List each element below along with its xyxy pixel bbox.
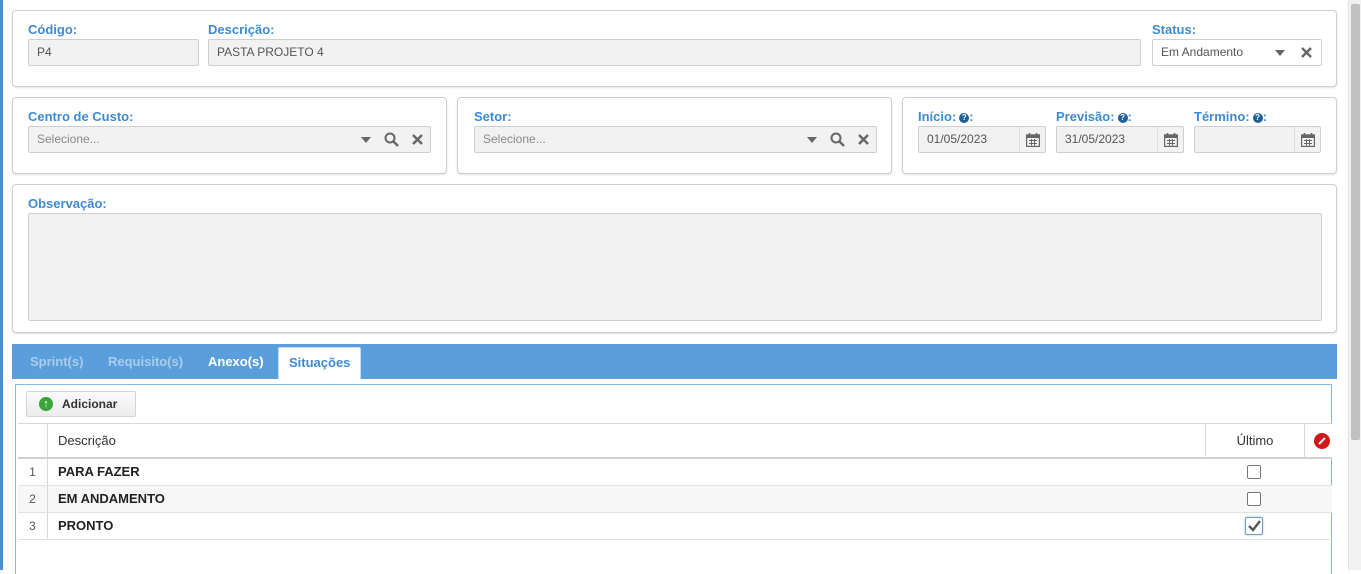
help-icon[interactable]: ? [1117, 113, 1128, 123]
chevron-down-icon[interactable] [1269, 40, 1291, 65]
add-button-label: Adicionar [62, 397, 118, 411]
centro-custo-panel: Centro de Custo: Selecione... [12, 97, 447, 174]
setor-label: Setor: [474, 109, 512, 124]
inicio-label-colon: : [969, 109, 974, 124]
previsao-label-text: Previsão: [1056, 109, 1115, 124]
row-number-header [18, 424, 48, 458]
ultimo-checkbox[interactable] [1247, 465, 1261, 479]
row-number: 3 [18, 513, 48, 539]
close-icon[interactable] [1295, 40, 1317, 65]
datas-panel: Início:?: 01/05/2023 Previsão:?: 31/05/2… [902, 97, 1337, 174]
observacao-textarea[interactable] [28, 213, 1322, 321]
close-icon[interactable] [406, 127, 428, 152]
search-icon[interactable] [380, 127, 402, 152]
search-icon[interactable] [826, 127, 848, 152]
help-icon[interactable]: ? [1252, 113, 1263, 123]
row-number: 2 [18, 486, 48, 512]
previsao-label: Previsão:?: [1056, 109, 1132, 124]
situacoes-tab-content: ↑ Adicionar Descrição Último 1 PARA FAZE… [15, 384, 1332, 574]
row-number: 1 [18, 459, 48, 485]
grid-header: Descrição Último [18, 423, 1332, 459]
codigo-field[interactable]: P4 [28, 39, 199, 66]
tab-situacoes[interactable]: Situações [278, 347, 362, 379]
calendar-icon[interactable] [1157, 127, 1183, 152]
calendar-icon[interactable] [1019, 127, 1045, 152]
centro-custo-label: Centro de Custo: [28, 109, 134, 124]
setor-panel: Setor: Selecione... [457, 97, 892, 174]
scrollbar-thumb[interactable] [1351, 4, 1360, 440]
table-row[interactable]: 1 PARA FAZER [18, 459, 1332, 486]
tab-bar: Sprint(s) Requisito(s) Anexo(s) Situaçõe… [12, 344, 1337, 379]
tab-requisitos[interactable]: Requisito(s) [98, 344, 193, 379]
row-descricao: EM ANDAMENTO [58, 491, 165, 506]
inicio-value: 01/05/2023 [927, 132, 988, 146]
tab-sprints[interactable]: Sprint(s) [20, 344, 93, 379]
codigo-label: Código: [28, 22, 78, 37]
centro-custo-select[interactable]: Selecione... [28, 126, 431, 153]
status-select[interactable]: Em Andamento [1152, 39, 1322, 66]
row-descricao: PARA FAZER [58, 464, 140, 479]
situacoes-grid: Descrição Último 1 PARA FAZER 2 EM ANDAM… [18, 423, 1332, 540]
termino-date-field[interactable] [1194, 126, 1321, 153]
inicio-date-field[interactable]: 01/05/2023 [918, 126, 1046, 153]
centro-custo-placeholder: Selecione... [37, 132, 100, 146]
setor-placeholder: Selecione... [483, 132, 546, 146]
add-icon: ↑ [39, 397, 53, 411]
ultimo-checkbox-checked[interactable] [1245, 517, 1263, 535]
previsao-date-field[interactable]: 31/05/2023 [1056, 126, 1184, 153]
left-edge-bar [0, 0, 3, 570]
row-descricao: PRONTO [58, 518, 114, 533]
descricao-label: Descrição: [208, 22, 275, 37]
table-row[interactable]: 3 PRONTO [18, 513, 1332, 540]
descricao-field[interactable]: PASTA PROJETO 4 [208, 39, 1141, 66]
previsao-label-colon: : [1127, 109, 1132, 124]
observacao-label: Observação: [28, 196, 107, 211]
column-header-descricao[interactable]: Descrição [58, 424, 116, 458]
observacao-panel: Observação: [12, 184, 1337, 333]
ultimo-checkbox[interactable] [1247, 492, 1261, 506]
setor-select[interactable]: Selecione... [474, 126, 877, 153]
close-icon[interactable] [852, 127, 874, 152]
tab-anexos[interactable]: Anexo(s) [198, 344, 274, 379]
termino-label-text: Término: [1194, 109, 1250, 124]
chevron-down-icon[interactable] [355, 127, 377, 152]
calendar-icon[interactable] [1294, 127, 1320, 152]
clear-icon[interactable] [1314, 433, 1330, 449]
inicio-label-text: Início: [918, 109, 957, 124]
page-scrollbar[interactable] [1348, 0, 1361, 570]
checkbox-icon [1248, 520, 1261, 532]
help-icon[interactable]: ? [959, 113, 970, 123]
previsao-value: 31/05/2023 [1065, 132, 1126, 146]
table-row[interactable]: 2 EM ANDAMENTO [18, 486, 1332, 513]
add-button[interactable]: ↑ Adicionar [26, 391, 136, 417]
inicio-label: Início:?: [918, 109, 974, 124]
status-label: Status: [1152, 22, 1197, 37]
header-panel: Código: P4 Descrição: PASTA PROJETO 4 St… [12, 10, 1337, 87]
termino-label: Término:?: [1194, 109, 1267, 124]
column-header-ultimo[interactable]: Último [1205, 424, 1305, 458]
status-value: Em Andamento [1161, 45, 1244, 59]
termino-label-colon: : [1262, 109, 1267, 124]
chevron-down-icon[interactable] [801, 127, 823, 152]
